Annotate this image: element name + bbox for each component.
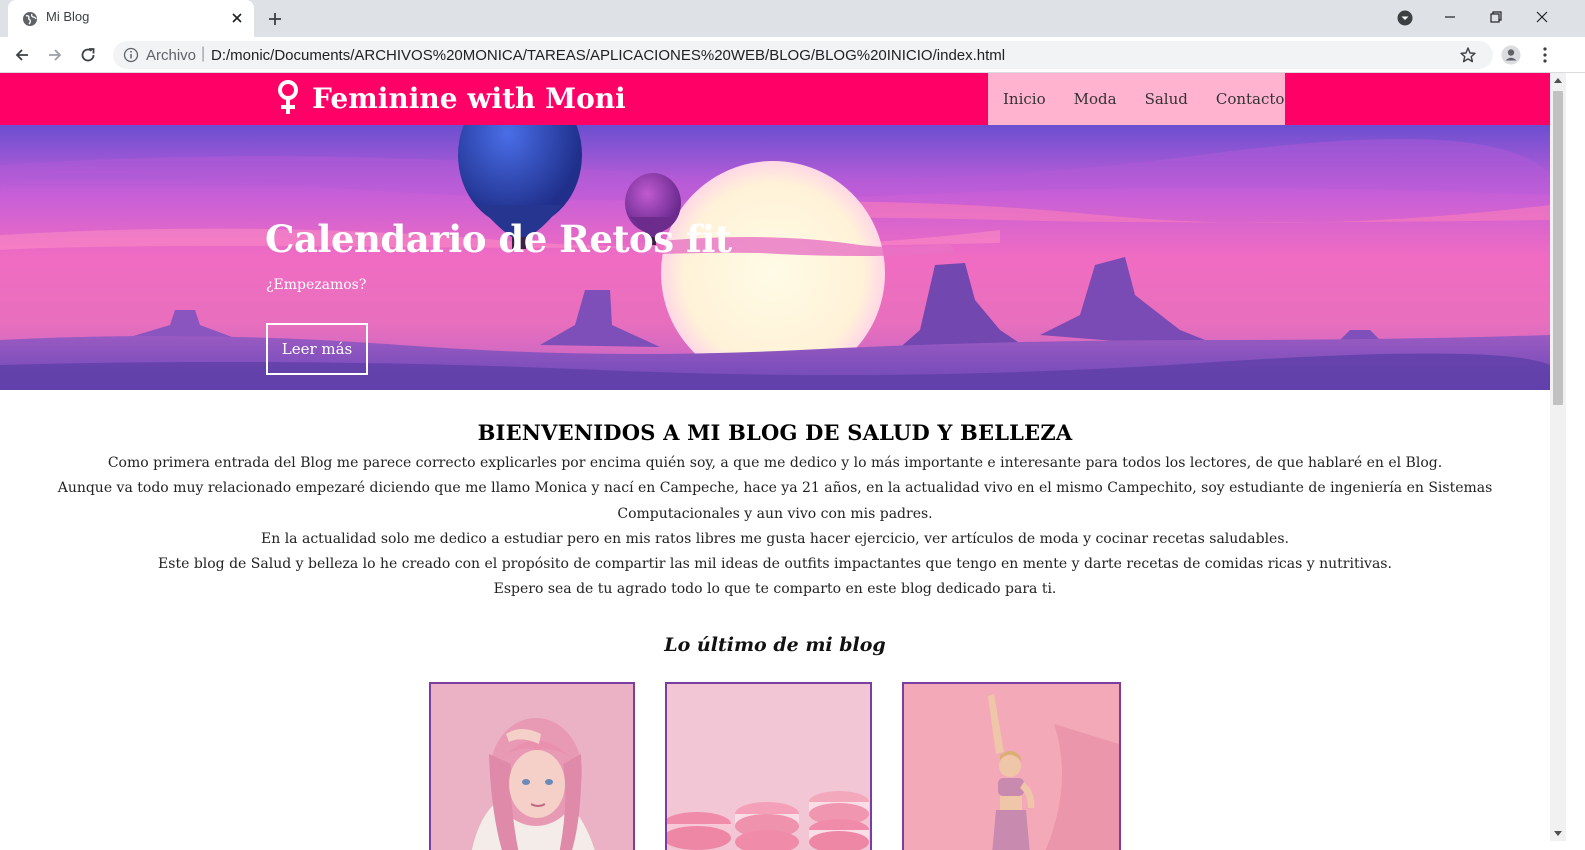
welcome-paragraph: Este blog de Salud y belleza lo he cread… xyxy=(158,556,1392,573)
more-menu-icon[interactable] xyxy=(1535,45,1555,65)
hero-title: Calendario de Retos fit xyxy=(265,217,732,261)
hero-banner: Calendario de Retos fit ¿Empezamos? Leer… xyxy=(0,125,1550,390)
site-brand-name: Feminine with Moni xyxy=(312,81,626,115)
welcome-paragraph: Como primera entrada del Blog me parece … xyxy=(107,455,1443,471)
post-card-fitness[interactable] xyxy=(902,682,1121,850)
nav-link-moda[interactable]: Moda xyxy=(1060,90,1131,108)
post-card-recipes[interactable] xyxy=(665,682,872,850)
site-brand[interactable]: Feminine with Moni xyxy=(276,80,626,116)
profile-avatar-icon[interactable] xyxy=(1501,45,1521,65)
welcome-paragraph: Espero sea de tu agrado todo lo que te c… xyxy=(493,581,1057,598)
latest-posts-heading: Lo último de mi blog xyxy=(664,634,886,656)
scrollbar-thumb[interactable] xyxy=(1553,91,1563,405)
post-image-macarons xyxy=(667,684,870,850)
address-separator: | xyxy=(201,45,206,62)
new-tab-icon[interactable] xyxy=(264,8,286,30)
address-scheme-label: Archivo xyxy=(146,47,197,64)
read-more-button[interactable]: Leer más xyxy=(266,323,368,375)
welcome-heading: BIENVENIDOS A MI BLOG DE SALUD Y BELLEZA xyxy=(477,420,1073,445)
browser-toolbar: Archivo | D:/monic/Documents/ARCHIVOS%20… xyxy=(0,37,1585,73)
nav-link-salud[interactable]: Salud xyxy=(1131,90,1202,108)
info-icon[interactable] xyxy=(123,47,139,63)
forward-icon[interactable] xyxy=(45,45,65,65)
address-bar[interactable]: Archivo | D:/monic/Documents/ARCHIVOS%20… xyxy=(113,41,1493,69)
globe-icon xyxy=(23,12,37,26)
post-card-fashion[interactable] xyxy=(429,682,635,850)
restore-icon[interactable] xyxy=(1485,6,1507,28)
main-nav: Inicio Moda Salud Contacto xyxy=(988,73,1285,125)
post-image-fitness-woman xyxy=(904,684,1119,850)
welcome-section: BIENVENIDOS A MI BLOG DE SALUD Y BELLEZA… xyxy=(0,420,1550,603)
nav-link-inicio[interactable]: Inicio xyxy=(988,90,1060,108)
bookmark-star-icon[interactable] xyxy=(1459,46,1477,64)
scroll-down-arrow-icon[interactable] xyxy=(1554,831,1562,836)
hero-subtitle: ¿Empezamos? xyxy=(266,277,367,293)
post-image-pink-hair-woman xyxy=(431,684,633,850)
page-scrollbar[interactable] xyxy=(1550,73,1566,841)
minimize-icon[interactable] xyxy=(1439,6,1461,28)
page-viewport: Feminine with Moni Inicio Moda Salud Con… xyxy=(0,73,1550,850)
close-window-icon[interactable] xyxy=(1531,6,1553,28)
welcome-paragraph: En la actualidad solo me dedico a estudi… xyxy=(261,530,1289,547)
back-icon[interactable] xyxy=(12,45,32,65)
browser-tab-bar: Mi Blog xyxy=(0,0,1585,37)
hero-background-image xyxy=(0,125,1550,390)
scroll-up-arrow-icon[interactable] xyxy=(1554,78,1562,83)
tab-search-icon[interactable] xyxy=(1394,6,1416,28)
welcome-paragraph: Aunque va todo muy relacionado empezaré … xyxy=(57,480,1493,522)
female-symbol-icon xyxy=(278,80,298,114)
nav-link-contacto[interactable]: Contacto xyxy=(1202,90,1299,108)
reload-icon[interactable] xyxy=(78,45,98,65)
tab-title: Mi Blog xyxy=(46,9,90,24)
close-tab-icon[interactable] xyxy=(228,9,246,27)
address-url[interactable]: D:/monic/Documents/ARCHIVOS%20MONICA/TAR… xyxy=(211,47,1005,64)
site-header: Feminine with Moni Inicio Moda Salud Con… xyxy=(0,73,1550,125)
browser-tab[interactable]: Mi Blog xyxy=(8,0,254,37)
